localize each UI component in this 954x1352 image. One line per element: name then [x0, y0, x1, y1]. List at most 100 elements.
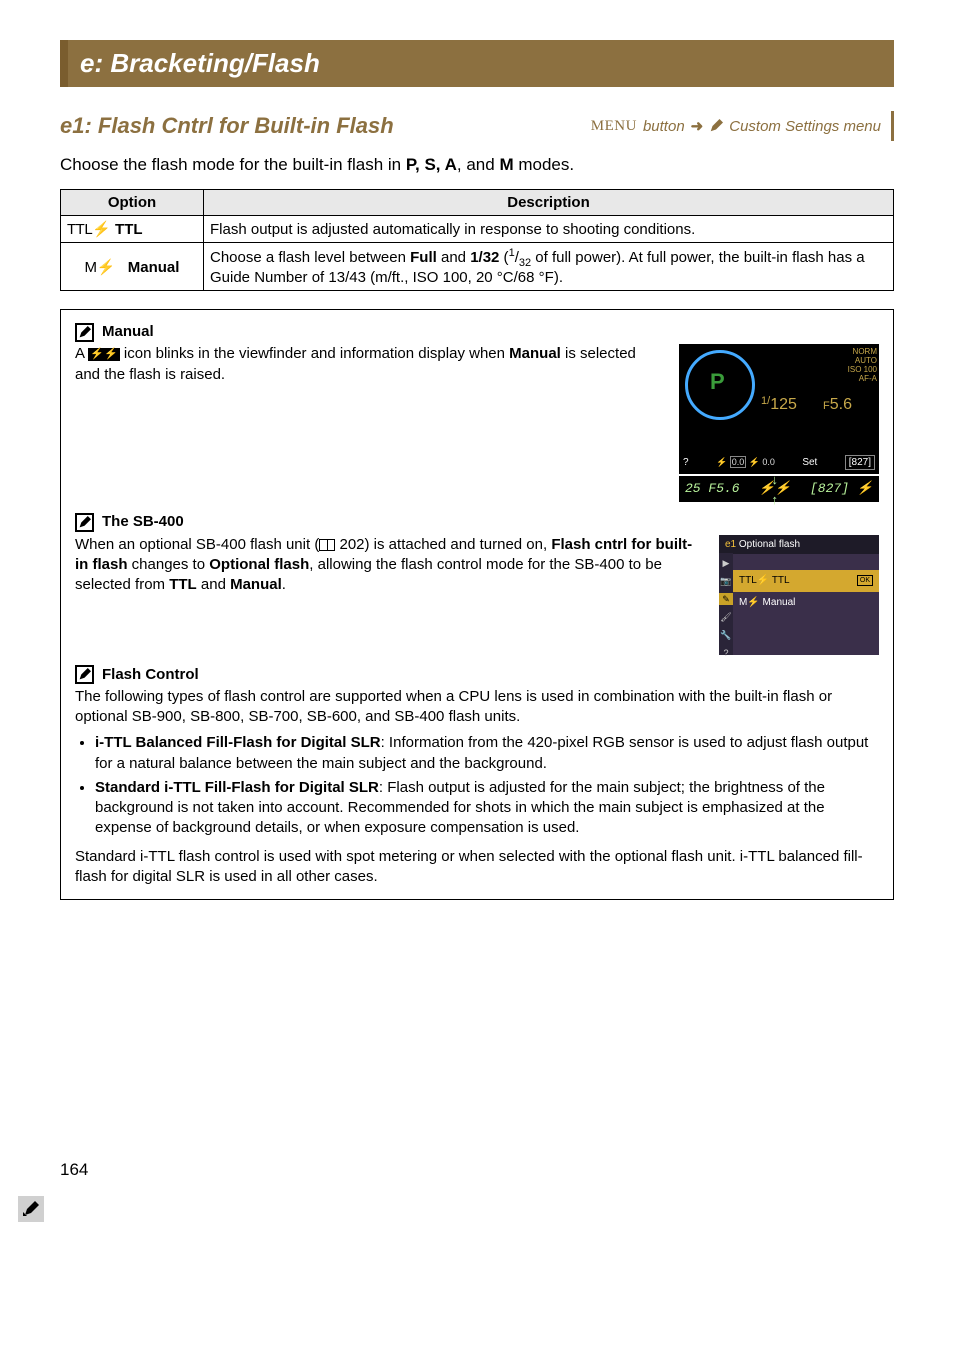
desc-ttl: Flash output is adjusted automatically i… — [204, 216, 894, 243]
opt-ttl: TTL⚡ TTL — [61, 216, 204, 243]
arrow-up-icon: ↓ — [771, 472, 779, 490]
aperture-value: F5.6 — [823, 394, 852, 416]
table-row: M⚡ Manual Choose a flash level between F… — [61, 243, 894, 291]
note-manual-body: A ⚡⚡ icon blinks in the viewfinder and i… — [75, 344, 879, 502]
t: 5.6 — [830, 396, 852, 413]
t: 32 — [519, 257, 531, 269]
intro-prefix: Choose the flash mode for the built-in f… — [60, 155, 406, 174]
note-flashctrl-p1: The following types of flash control are… — [75, 687, 879, 728]
t: icon blinks in the viewfinder and inform… — [120, 345, 509, 362]
pencil-icon — [709, 119, 723, 133]
info-box: Manual A ⚡⚡ icon blinks in the viewfinde… — [60, 309, 894, 900]
pencil-icon: ✎ — [719, 593, 733, 605]
note-title: Flash Control — [102, 665, 199, 685]
intro-mode-m: M — [499, 155, 513, 174]
section-header: e: Bracketing/Flash — [60, 40, 894, 87]
t: 1/ — [761, 395, 770, 407]
menu-row-ttl: TTL⚡ TTL OK — [733, 570, 879, 592]
note-manual-text: A ⚡⚡ icon blinks in the viewfinder and i… — [75, 344, 665, 385]
button-word: button — [643, 118, 685, 135]
note-sb400-text: When an optional SB-400 flash unit ( 202… — [75, 535, 705, 596]
vf-right: [827] ⚡ — [810, 480, 873, 498]
page-ref-icon — [319, 539, 335, 551]
vf-left: 25 F5.6 — [685, 480, 740, 498]
t: When an optional SB-400 flash unit ( — [75, 536, 319, 553]
flash-control-list: i-TTL Balanced Fill-Flash for Digital SL… — [75, 733, 879, 838]
menu-title: Optional flash — [739, 539, 800, 550]
options-table: Option Description TTL⚡ TTL Flash output… — [60, 189, 894, 291]
t: 125 — [770, 396, 797, 413]
right-indicators: NORM AUTO ISO 100 AF-A — [847, 348, 877, 383]
table-row: TTL⚡ TTL Flash output is adjusted automa… — [61, 216, 894, 243]
t: 202) is attached and turned on, — [335, 536, 551, 553]
t: and — [197, 576, 230, 593]
vf-flash-icon: ⚡⚡ ↓ ↑ — [759, 480, 791, 498]
setting-row: e1: Flash Cntrl for Built-in Flash MENU … — [60, 111, 894, 141]
opt-manual: M⚡ Manual — [61, 243, 204, 291]
opt-label: Manual — [128, 259, 180, 276]
set-label: Set — [802, 456, 817, 470]
t: Manual — [509, 345, 561, 362]
mode-dial-icon — [685, 350, 755, 420]
desc-manual: Choose a flash level between Full and 1/… — [204, 243, 894, 291]
t: A — [75, 345, 88, 362]
viewfinder-display: 25 F5.6 ⚡⚡ ↓ ↑ [827] ⚡ — [679, 476, 879, 502]
note-flashctrl-p2: Standard i-TTL flash control is used wit… — [75, 847, 879, 888]
t: ( — [499, 249, 508, 266]
menu-row-label: TTL⚡ TTL — [739, 574, 790, 588]
menu-code: e1 — [725, 539, 736, 550]
menu-row-manual: M⚡ Manual — [733, 592, 879, 614]
camera-info-display: 1/125 F5.6 NORM AUTO ISO 100 AF-A ? ⚡ 0.… — [679, 344, 879, 474]
page-number: 164 — [60, 1160, 894, 1180]
intro-text: Choose the flash mode for the built-in f… — [60, 155, 894, 175]
camera-menu-screen: e1 Optional flash ▶ 📷 ✎ 🖌 🔧 ? TTL⚡ TTL O… — [719, 535, 879, 655]
t: 1/32 — [470, 249, 499, 266]
intro-and: , and — [457, 155, 500, 174]
arrow-down-icon: ↑ — [771, 492, 779, 510]
list-item: i-TTL Balanced Fill-Flash for Digital SL… — [95, 733, 879, 774]
note-icon — [75, 665, 94, 684]
shutter-value: 1/125 — [761, 394, 797, 416]
t: Full — [410, 249, 437, 266]
t: TTL — [169, 576, 197, 593]
note-sb400-body: When an optional SB-400 flash unit ( 202… — [75, 535, 879, 655]
info-images: 1/125 F5.6 NORM AUTO ISO 100 AF-A ? ⚡ 0.… — [679, 344, 879, 502]
camera-icon: 📷 — [720, 575, 731, 587]
bolt-icon: ⚡ — [92, 221, 111, 238]
menu-word: MENU — [591, 118, 637, 135]
camera-icon: ▶ — [723, 557, 730, 569]
setup-icon: 🔧 — [720, 629, 731, 641]
t: i-TTL Balanced Fill-Flash for Digital SL… — [95, 734, 381, 751]
list-item: Standard i-TTL Fill-Flash for Digital SL… — [95, 778, 879, 839]
menu-left-icons: ▶ 📷 ✎ 🖌 🔧 ? — [719, 553, 733, 655]
note-flashctrl-heading: Flash Control — [75, 665, 879, 685]
note-title: Manual — [102, 322, 154, 342]
shot-count: [827] — [845, 455, 875, 471]
ok-badge: OK — [857, 575, 873, 586]
setting-menu-path: MENU button ➜ Custom Settings menu — [591, 117, 881, 135]
intro-modes: P, S, A — [406, 155, 457, 174]
t: and — [437, 249, 470, 266]
menu-row-label: M⚡ Manual — [739, 596, 795, 610]
opt-prefix: TTL — [67, 221, 92, 238]
note-title: The SB-400 — [102, 512, 184, 532]
note-manual-heading: Manual — [75, 322, 879, 342]
menu-path-text: Custom Settings menu — [729, 118, 881, 135]
t: Standard i-TTL Fill-Flash for Digital SL… — [95, 779, 379, 796]
setting-title: e1: Flash Cntrl for Built-in Flash — [60, 113, 591, 139]
retouch-icon: 🖌 — [720, 611, 731, 623]
page-side-tab-icon — [18, 1196, 44, 1222]
help-icon: ? — [723, 647, 728, 659]
t: Optional flash — [209, 556, 309, 573]
menu-header: e1 Optional flash — [719, 535, 879, 555]
intro-suffix: modes. — [514, 155, 574, 174]
t: Manual — [230, 576, 282, 593]
th-description: Description — [204, 190, 894, 216]
bottom-indicators: ? ⚡ 0.0 ⚡ 0.0 Set [827] — [683, 455, 875, 471]
t: Choose a flash level between — [210, 249, 410, 266]
note-icon — [75, 323, 94, 342]
t: . — [282, 576, 286, 593]
opt-label: TTL — [115, 221, 143, 238]
t: changes to — [128, 556, 210, 573]
note-sb400-heading: The SB-400 — [75, 512, 879, 532]
